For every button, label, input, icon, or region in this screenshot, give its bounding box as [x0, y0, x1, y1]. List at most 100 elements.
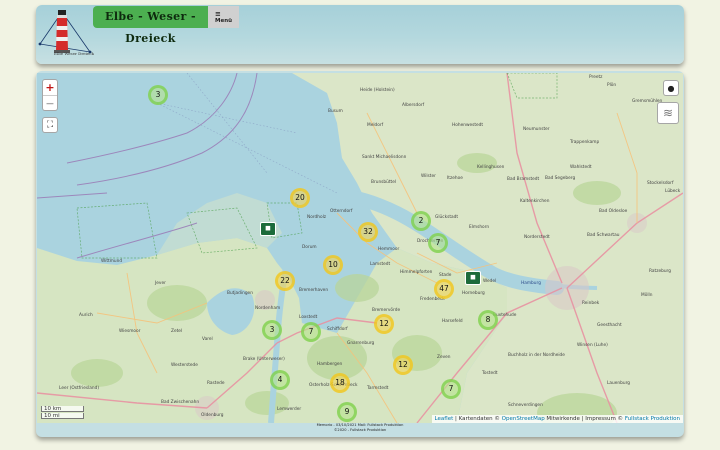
place-label: Tostedt	[482, 371, 498, 376]
map-view[interactable]: Heide (Holstein) Albersdorf Preetz Busum…	[37, 73, 683, 423]
marker-cluster[interactable]: 18	[330, 373, 350, 393]
scale-imperial: 10 mi	[41, 413, 84, 419]
place-label: Hamburg	[521, 281, 541, 286]
place-label: Wiesmoor	[119, 329, 141, 334]
camper-marker[interactable]: ◼	[260, 222, 276, 236]
place-label: Elmshorn	[469, 225, 490, 230]
place-label: Kaltenkirchen	[520, 199, 550, 204]
fullscreen-button[interactable]: ⛶	[42, 117, 58, 133]
place-label: Leer (Ostfriesland)	[59, 386, 100, 391]
place-label: Zeven	[437, 355, 451, 360]
map-tiles	[37, 73, 683, 423]
site-title-button[interactable]: Elbe - Weser - Dreieck	[93, 6, 208, 45]
place-label: Winsen (Luhe)	[577, 343, 608, 348]
marker-cluster[interactable]: 7	[301, 322, 321, 342]
menu-button[interactable]: ≡ Menü	[208, 6, 239, 28]
place-label: Butjadingen	[227, 291, 253, 296]
location-pin-icon: ●	[667, 84, 675, 93]
place-label: Bad Zwischenahn	[161, 400, 200, 405]
place-label: Albersdorf	[402, 103, 425, 108]
zoom-out-button[interactable]: −	[43, 96, 57, 111]
place-label: Geesthacht	[597, 323, 622, 328]
place-label: Hemmoor	[378, 247, 400, 252]
place-label: Lemwerder	[277, 407, 302, 412]
place-label: Ratzeburg	[649, 269, 671, 274]
place-label: Reinbek	[582, 301, 600, 306]
place-label: Plön	[607, 83, 617, 88]
marker-cluster[interactable]: 8	[478, 310, 498, 330]
place-label: Sankt Michaelisdonn	[362, 155, 407, 160]
marker-cluster[interactable]: 12	[374, 314, 394, 334]
place-label: Lauenburg	[607, 381, 630, 386]
layers-button[interactable]: ≋	[657, 102, 679, 124]
marker-cluster[interactable]: 4	[270, 370, 290, 390]
marker-cluster[interactable]: 12	[393, 355, 413, 375]
place-label: Hohenwestedt	[452, 123, 484, 128]
fullstack-link[interactable]: Fullstack Produktion	[625, 416, 680, 422]
zoom-control: + −	[42, 79, 58, 111]
map-scale: 10 km 10 mi	[41, 406, 84, 421]
camper-icon: ◼	[470, 273, 476, 281]
place-label: Wittmund	[101, 259, 123, 264]
marker-cluster[interactable]: 3	[148, 85, 168, 105]
place-label: Kellinghusen	[477, 165, 505, 170]
place-label: Neumunster	[523, 127, 550, 132]
footer-line-2: ©2020 - Fullstack Produktion	[333, 428, 387, 432]
place-label: Buchholz in der Nordheide	[508, 353, 565, 358]
place-label: Trappenkamp	[570, 140, 600, 145]
marker-cluster[interactable]: 20	[290, 188, 310, 208]
place-label: Gnarrenburg	[347, 341, 375, 346]
marker-cluster[interactable]: 32	[358, 222, 378, 242]
map-attribution: Leaflet | Kartendaten © OpenStreetMap Mi…	[431, 415, 683, 423]
place-label: Varel	[202, 337, 213, 342]
place-label: Oldenburg	[201, 413, 224, 418]
place-label: Glückstadt	[435, 215, 459, 220]
place-label: Wedel	[483, 279, 497, 284]
camper-marker[interactable]: ◼	[465, 271, 481, 285]
place-label: Bad Oldesloe	[599, 209, 628, 214]
marker-cluster[interactable]: 2	[411, 211, 431, 231]
place-label: Bad Schwartau	[587, 233, 620, 238]
place-label: Norderstedt	[524, 235, 550, 240]
place-label: Bad Bramstedt	[507, 177, 540, 182]
place-label: Lamstedt	[370, 262, 391, 267]
place-label: Aurich	[79, 313, 93, 318]
place-label: Nordholz	[307, 215, 327, 220]
place-label: Preetz	[589, 75, 603, 80]
marker-cluster[interactable]: 7	[441, 379, 461, 399]
layers-icon: ≋	[662, 106, 674, 120]
marker-cluster[interactable]: 10	[323, 255, 343, 275]
locate-button[interactable]: ●	[663, 80, 679, 96]
logo-caption: Elbe Weser Dreieck	[54, 51, 94, 56]
place-label: Otterndorf	[330, 209, 353, 214]
app-header: Elbe Weser Dreieck Elbe - Weser - Dreiec…	[36, 5, 684, 64]
place-label: Hambergen	[317, 362, 343, 367]
place-label: Himmelpforten	[400, 270, 433, 275]
marker-cluster[interactable]: 22	[275, 271, 295, 291]
place-label: Loxstedt	[299, 315, 318, 320]
place-label: Westerstede	[171, 363, 198, 368]
leaflet-link[interactable]: Leaflet	[435, 416, 454, 422]
place-label: Dorum	[302, 245, 317, 250]
osm-link[interactable]: OpenStreetMap	[502, 416, 545, 422]
marker-cluster[interactable]: 47	[434, 279, 454, 299]
place-label: Busum	[328, 109, 343, 114]
place-label: Heide (Holstein)	[360, 88, 395, 93]
place-label: Horneburg	[462, 291, 485, 296]
attribution-text-2: Mitwirkende | Impressum ©	[544, 416, 625, 422]
attribution-text: | Kartendaten ©	[453, 416, 502, 422]
place-label: Stockelsdorf	[647, 181, 674, 186]
page-footer: Memorio - 03/10/2021 Mail: Fullstack Pro…	[36, 423, 684, 433]
marker-cluster[interactable]: 3	[262, 320, 282, 340]
fullscreen-icon: ⛶	[46, 120, 54, 130]
place-label: Schiffdorf	[327, 327, 348, 332]
place-label: Schneverdingen	[508, 403, 543, 408]
place-label: Wilster	[421, 174, 436, 179]
hamburger-icon: ≡	[215, 10, 221, 18]
place-label: Bremerhaven	[299, 288, 329, 293]
marker-cluster[interactable]: 9	[337, 402, 357, 422]
camper-icon: ◼	[265, 224, 271, 232]
place-label: Meldorf	[367, 123, 384, 128]
marker-cluster[interactable]: 7	[428, 233, 448, 253]
zoom-in-button[interactable]: +	[43, 80, 57, 96]
